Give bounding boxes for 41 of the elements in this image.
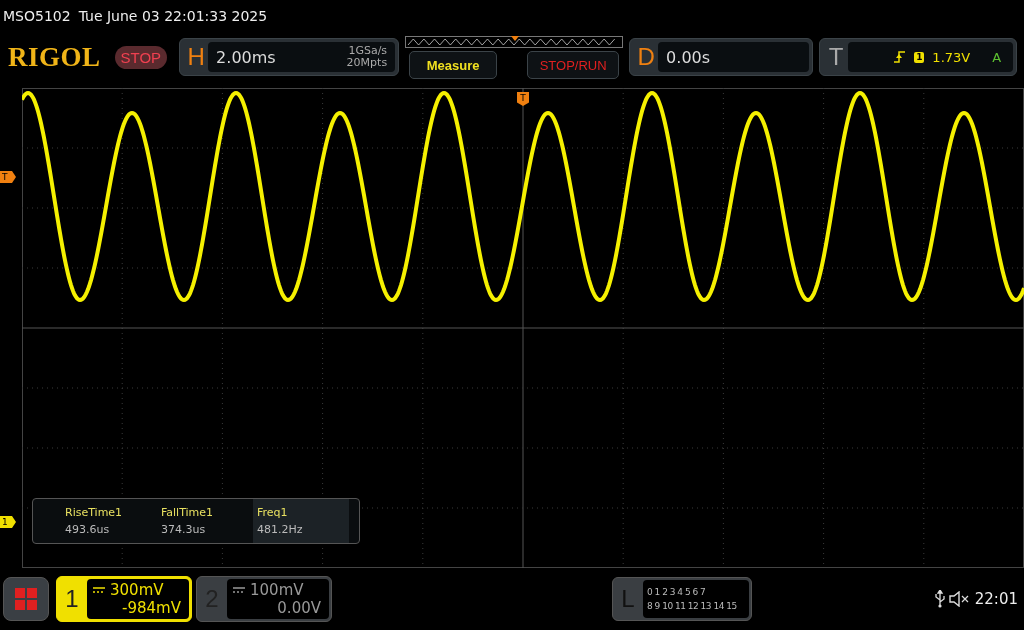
trigger-source: 1 bbox=[914, 51, 925, 63]
horizontal-panel[interactable]: H 2.00ms 1GSa/s 20Mpts bbox=[179, 38, 400, 76]
grid-icon bbox=[15, 588, 37, 610]
delay-panel[interactable]: D 0.00s bbox=[629, 38, 814, 76]
toolbar-button[interactable]: STOP/RUN bbox=[527, 51, 620, 79]
trigger-label: T bbox=[827, 43, 845, 71]
measurement-item[interactable]: RiseTime1 493.6us bbox=[61, 499, 157, 543]
menu-button[interactable] bbox=[3, 577, 49, 621]
measurement-item[interactable]: Freq1 481.2Hz bbox=[253, 499, 349, 543]
sample-rate: 1GSa/s bbox=[348, 45, 388, 57]
run-state-badge: STOP bbox=[114, 45, 168, 69]
channel-marker[interactable]: 1 bbox=[0, 516, 16, 528]
delay-value: 0.00s bbox=[666, 47, 712, 67]
delay-label: D bbox=[636, 43, 656, 71]
channel-offset: -984mV bbox=[122, 599, 181, 617]
dc-coupling-icon bbox=[233, 587, 245, 593]
logic-channel-numbers: 8 9 10 11 12 13 14 15 bbox=[647, 600, 738, 613]
measurement-item[interactable]: FallTime1 374.3us bbox=[157, 499, 253, 543]
trigger-panel[interactable]: T 1 1.73V A bbox=[819, 38, 1018, 76]
rising-edge-icon bbox=[894, 51, 907, 63]
trigger-mode: A bbox=[992, 49, 1002, 65]
channel-scale: 300mV bbox=[110, 581, 164, 599]
speaker-muted-icon bbox=[948, 591, 969, 607]
channel-panel[interactable]: 1 300mV -984mV bbox=[56, 576, 192, 622]
channel-offset: 0.00V bbox=[277, 599, 321, 617]
horizontal-label: H bbox=[186, 43, 206, 71]
brand-logo: RIGOL bbox=[8, 41, 101, 73]
memory-depth: 20Mpts bbox=[346, 57, 388, 69]
logic-channel-numbers: 0 1 2 3 4 5 6 7 bbox=[647, 586, 707, 599]
clock: 22:01 bbox=[974, 590, 1018, 608]
usb-icon bbox=[934, 590, 945, 608]
toolbar-button[interactable]: Measure bbox=[409, 51, 498, 79]
channel-scale: 100mV bbox=[250, 581, 304, 599]
channel-number: 1 bbox=[64, 585, 80, 613]
trigger-level-marker[interactable]: T bbox=[0, 171, 16, 183]
model-name: MSO5102 bbox=[3, 8, 71, 24]
dc-coupling-icon bbox=[93, 587, 105, 593]
date-time: Tue June 03 22:01:33 2025 bbox=[78, 8, 268, 24]
timebase-value: 2.00ms bbox=[216, 47, 277, 67]
trigger-position-marker[interactable]: T bbox=[517, 92, 529, 106]
trigger-level: 1.73V bbox=[932, 49, 971, 65]
